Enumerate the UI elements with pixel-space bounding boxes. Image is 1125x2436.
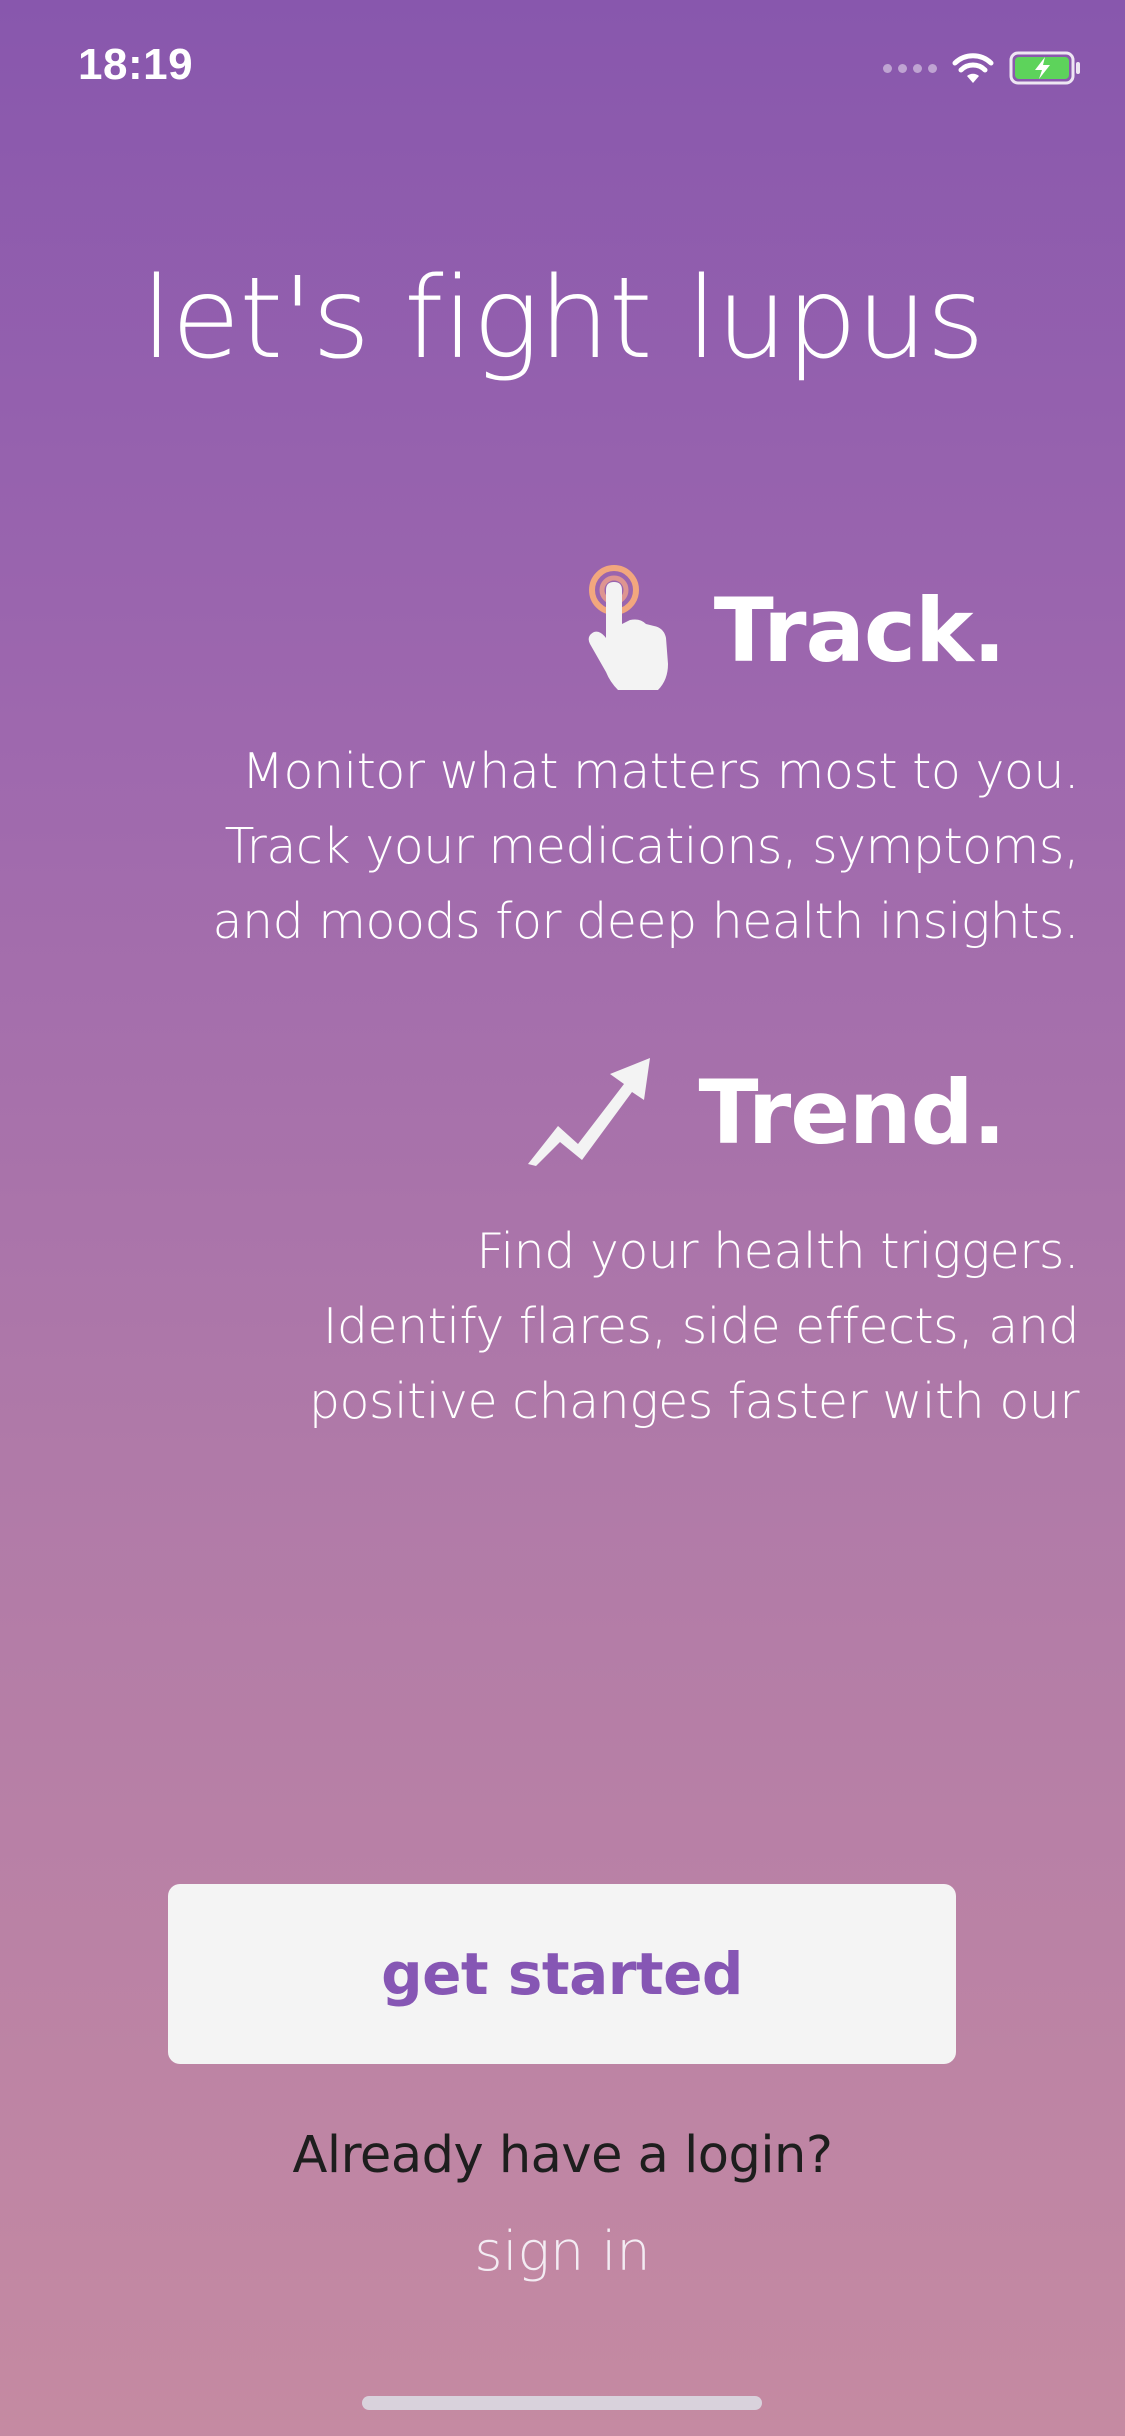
track-description-line: and moods for deep health insights.	[212, 893, 1080, 950]
wifi-icon	[951, 51, 995, 85]
onboarding-screen: 18:19 let's fight lupus Track. Monitor w…	[0, 0, 1125, 2436]
sign-in-link[interactable]: sign in	[0, 2220, 1125, 2283]
trend-description-line: Find your health triggers.	[476, 1223, 1079, 1280]
battery-charging-icon	[1009, 51, 1083, 85]
trend-feature-header: Trend.	[528, 1054, 1006, 1170]
headline: let's fight lupus	[141, 254, 984, 384]
trend-description-line: Identify flares, side effects, and	[322, 1298, 1080, 1355]
status-icons	[883, 48, 1083, 88]
cellular-signal-icon	[883, 63, 937, 73]
trend-arrow-icon	[528, 1054, 658, 1170]
tap-finger-icon	[584, 560, 674, 700]
track-description-line: Track your medications, symptoms,	[224, 818, 1079, 875]
track-title: Track.	[713, 578, 1006, 682]
trend-description: Find your health triggers. Identify flar…	[39, 1214, 1080, 1439]
status-time: 18:19	[78, 40, 194, 89]
trend-title: Trend.	[698, 1060, 1006, 1164]
trend-description-line: positive changes faster with our	[308, 1373, 1080, 1430]
get-started-button[interactable]: get started	[168, 1884, 956, 2064]
track-description: Monitor what matters most to you. Track …	[39, 734, 1080, 959]
home-indicator	[362, 2396, 762, 2410]
login-prompt: Already have a login?	[292, 2126, 833, 2185]
track-description-line: Monitor what matters most to you.	[241, 743, 1080, 800]
track-feature-header: Track.	[584, 560, 1006, 700]
